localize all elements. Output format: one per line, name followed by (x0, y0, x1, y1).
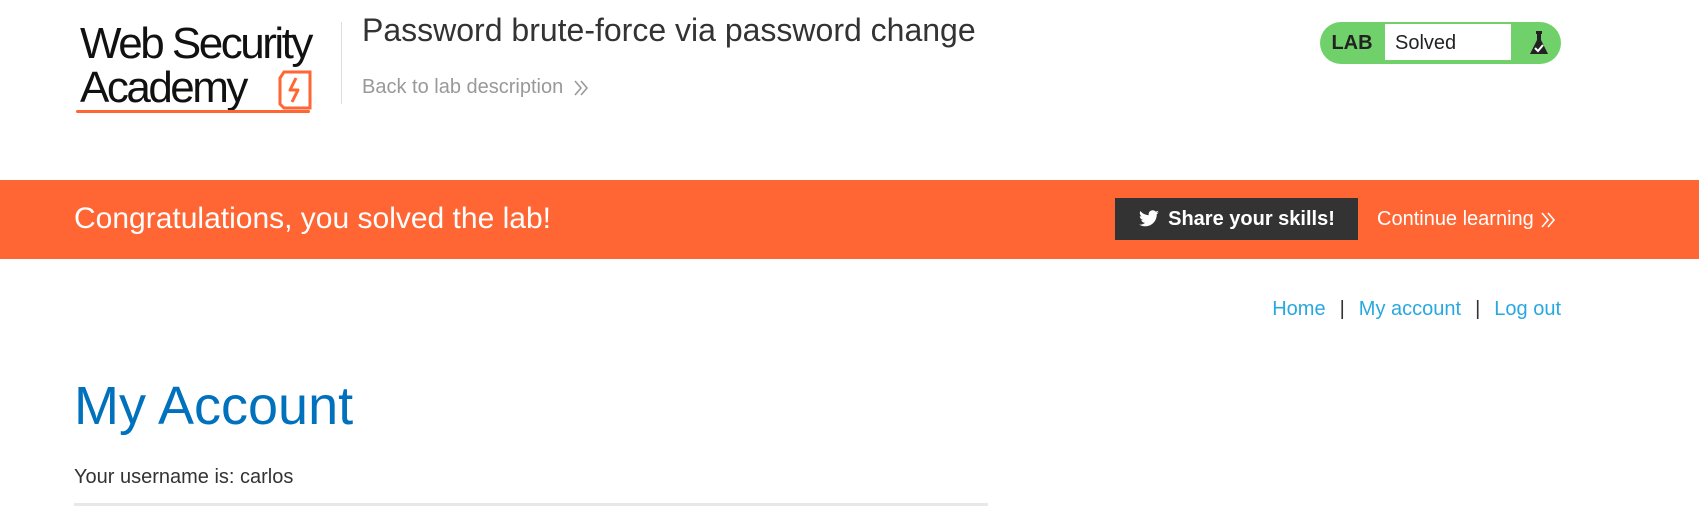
nav-separator: | (1339, 298, 1345, 320)
solved-message: Congratulations, you solved the lab! (74, 202, 551, 235)
section-divider (74, 503, 988, 506)
lab-header: Web Security Academy Password brute-forc… (0, 0, 1699, 180)
double-chevron-right-icon (1541, 211, 1555, 228)
logo-text-line2: Academy (80, 63, 248, 112)
lab-status-widget: LAB Solved (1320, 22, 1561, 64)
share-skills-button[interactable]: Share your skills! (1115, 198, 1358, 240)
lab-status-label: LAB (1331, 32, 1373, 54)
username-text: Your username is: carlos (74, 466, 294, 488)
nav-log-out-link[interactable]: Log out (1494, 298, 1561, 321)
back-to-lab-description-link[interactable]: Back to lab description (362, 76, 589, 99)
continue-learning-link[interactable]: Continue learning (1377, 208, 1556, 231)
double-chevron-right-icon (574, 79, 589, 96)
share-skills-label: Share your skills! (1168, 207, 1335, 230)
top-navigation: Home | My account | Log out (1272, 298, 1561, 321)
logo-bolt-icon (278, 70, 312, 110)
back-link-label: Back to lab description (362, 76, 564, 98)
lab-title: Password brute-force via password change (362, 12, 976, 48)
header-divider (341, 22, 342, 104)
nav-my-account-link[interactable]: My account (1359, 298, 1461, 321)
solved-banner: Congratulations, you solved the lab! Sha… (0, 180, 1699, 259)
flask-icon (1516, 22, 1561, 64)
logo-text-line1: Web Security (80, 19, 313, 68)
page-title: My Account (74, 376, 354, 436)
web-security-academy-logo[interactable]: Web Security Academy (76, 18, 338, 116)
twitter-icon (1139, 210, 1160, 227)
lab-status-value: Solved (1384, 23, 1512, 61)
nav-separator: | (1475, 298, 1481, 320)
nav-home-link[interactable]: Home (1272, 298, 1325, 321)
logo-underline (76, 110, 310, 113)
continue-learning-label: Continue learning (1377, 208, 1534, 230)
